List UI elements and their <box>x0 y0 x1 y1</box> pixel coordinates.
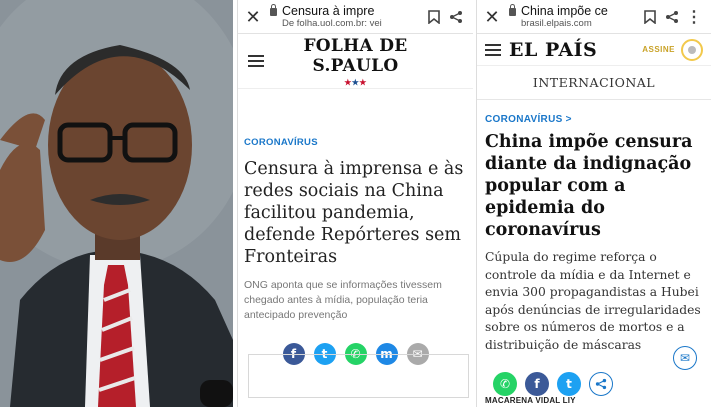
article-subheadline: Cúpula do regime reforça o controle da m… <box>485 250 701 352</box>
browser-url-bar: ✕ China impõe ce brasil.elpais.com ⋮ <box>477 0 711 34</box>
url-text[interactable]: China impõe ce brasil.elpais.com <box>509 3 639 30</box>
subscribe-link[interactable]: ASSINE <box>642 45 675 54</box>
share-icon[interactable] <box>661 6 683 28</box>
email-icon[interactable]: ✉ <box>673 346 697 370</box>
share-buttons: ✆ f t <box>493 372 711 396</box>
article-kicker[interactable]: CORONAVÍRUS > <box>485 114 711 125</box>
article-subheadline: ONG aponta que se informações tivessem c… <box>244 279 442 321</box>
whatsapp-icon[interactable]: ✆ <box>493 372 517 396</box>
article-headline: Censura à imprensa e às redes sociais na… <box>244 159 464 267</box>
bookmark-icon[interactable] <box>423 6 445 28</box>
avatar[interactable] <box>681 38 703 61</box>
article-kicker[interactable]: CORONAVÍRUS <box>244 137 473 148</box>
folha-browser-panel: ✕ Censura à impre De folha.uol.com.br: v… <box>237 0 473 407</box>
close-tab-icon[interactable]: ✕ <box>483 8 501 26</box>
more-options-icon[interactable]: ⋮ <box>683 6 705 28</box>
lock-icon <box>270 3 277 16</box>
share-icon[interactable] <box>445 6 467 28</box>
url-domain: brasil.elpais.com <box>521 17 592 29</box>
browser-url-bar: ✕ Censura à impre De folha.uol.com.br: v… <box>238 0 473 34</box>
tab-title: Censura à impre <box>282 3 375 18</box>
site-header: FOLHA DE S.PAULO ★★★ <box>238 34 473 89</box>
news-photo <box>0 0 233 407</box>
article-byline[interactable]: MACARENA VIDAL LIY <box>485 396 576 405</box>
site-header: EL PAÍS ASSINE <box>477 34 711 66</box>
tab-title: China impõe ce <box>521 3 608 18</box>
close-tab-icon[interactable]: ✕ <box>244 8 262 26</box>
site-logo[interactable]: EL PAÍS <box>509 39 642 61</box>
menu-icon[interactable] <box>485 43 501 56</box>
lock-icon <box>509 3 516 16</box>
facebook-icon[interactable]: f <box>525 372 549 396</box>
menu-icon[interactable] <box>248 55 264 67</box>
bookmark-icon[interactable] <box>639 6 661 28</box>
site-logo[interactable]: FOLHA DE S.PAULO ★★★ <box>264 36 447 86</box>
share-icon[interactable] <box>589 372 613 396</box>
url-text[interactable]: Censura à impre De folha.uol.com.br: vei <box>270 3 423 30</box>
article-headline: China impõe censura diante da indignação… <box>485 132 693 240</box>
ad-placeholder <box>248 354 469 398</box>
url-domain: De folha.uol.com.br: vei <box>282 17 382 29</box>
twitter-icon[interactable]: t <box>557 372 581 396</box>
logo-stars: ★★★ <box>344 77 367 87</box>
elpais-browser-panel: ✕ China impõe ce brasil.elpais.com ⋮ EL … <box>476 0 711 407</box>
section-title[interactable]: INTERNACIONAL <box>477 66 711 100</box>
